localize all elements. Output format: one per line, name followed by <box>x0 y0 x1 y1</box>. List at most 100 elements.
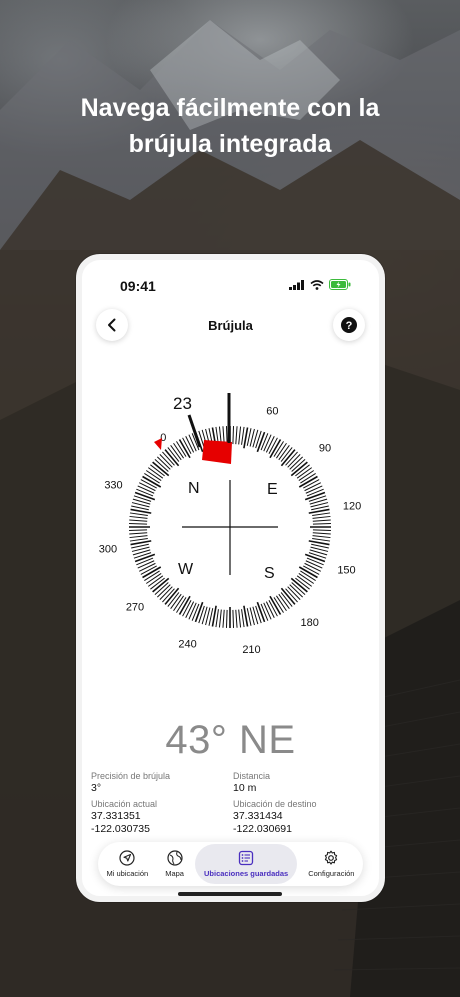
signal-icon <box>289 279 304 290</box>
info-right: Distancia 10 m Ubicación de destino 37.3… <box>233 770 363 839</box>
phone-frame: 09:41 Brújula ? 0 60 90 120 150 180 210 240 270 3… <box>76 254 385 902</box>
destination-longitude: -122.030691 <box>233 823 292 835</box>
compass-tick <box>129 519 148 522</box>
compass-tick <box>232 609 235 628</box>
tab-configuracion[interactable]: Configuración <box>302 844 360 884</box>
compass-tick <box>136 488 154 497</box>
compass-tick <box>134 491 156 501</box>
compass-tick <box>137 560 155 569</box>
compass-tick <box>304 562 321 572</box>
svg-text:?: ? <box>346 320 353 332</box>
compass-tick <box>129 522 148 525</box>
compass-tick <box>134 553 156 563</box>
north-marker-triangle <box>154 438 162 450</box>
status-icons <box>289 279 351 290</box>
cardinal-w: W <box>178 561 194 578</box>
tab-label: Mapa <box>165 869 184 878</box>
tab-ubicaciones-guardadas[interactable]: Ubicaciones guardadas <box>194 844 298 884</box>
compass-tick <box>241 609 245 628</box>
question-circle-icon: ? <box>341 317 357 333</box>
compass-tick <box>312 538 331 542</box>
distance-value: 10 m <box>233 782 257 794</box>
compass-tick <box>312 532 331 535</box>
compass-tick <box>235 426 238 445</box>
tab-label: Configuración <box>308 869 355 878</box>
heading-arc-highlight <box>202 440 232 464</box>
precision-value: 3° <box>91 782 102 794</box>
info-left: Precisión de brújula 3° Ubicación actual… <box>91 770 221 839</box>
compass-tick <box>129 532 148 535</box>
compass-tick <box>305 485 323 494</box>
compass-tick <box>235 609 238 628</box>
compass-tick <box>238 609 242 628</box>
compass-tick <box>312 519 331 522</box>
compass-tick <box>137 485 155 494</box>
home-indicator <box>178 892 282 896</box>
degree-label: 120 <box>343 501 361 513</box>
navigation-arrow-icon <box>119 850 135 866</box>
tab-label: Mi ubicación <box>106 869 149 878</box>
globe-icon <box>166 850 183 866</box>
compass-tick <box>129 512 148 516</box>
precision-label: Precisión de brújula <box>91 771 171 781</box>
compass-tick <box>188 602 197 620</box>
compass-tick <box>185 436 195 453</box>
compass-tick <box>218 609 222 628</box>
compass-tick <box>265 436 275 453</box>
compass-tick <box>215 609 219 628</box>
compass-tick <box>306 488 324 497</box>
compass-tick <box>129 535 148 539</box>
saved-list-icon <box>238 850 254 866</box>
headline: Navega fácilmente con la brújula integra… <box>0 90 460 162</box>
compass-tick <box>241 426 245 445</box>
compass-tick <box>222 609 225 628</box>
headline-line-1: Navega fácilmente con la <box>80 94 380 122</box>
cardinal-s: S <box>264 565 275 582</box>
compass-tick <box>312 529 331 532</box>
headline-line-2: brújula integrada <box>128 130 332 158</box>
pointer-value: 23 <box>173 394 192 413</box>
tab-bar: Mi ubicación Mapa Ubicaciones guardadas … <box>98 842 363 886</box>
compass-tick <box>194 601 204 623</box>
compass-tick <box>263 602 272 620</box>
help-button[interactable]: ? <box>333 309 365 341</box>
cardinal-n: N <box>188 480 200 497</box>
degree-label: 270 <box>126 602 144 614</box>
compass-tick <box>312 515 331 519</box>
compass-tick <box>306 557 324 566</box>
degree-label: 180 <box>301 617 319 629</box>
tab-label: Ubicaciones guardadas <box>203 869 289 878</box>
north-indicator-line <box>187 414 202 448</box>
compass-tick <box>304 553 326 563</box>
nav-bar: Brújula ? <box>82 306 379 346</box>
compass-tick <box>304 482 321 492</box>
current-latitude: 37.331351 <box>91 810 141 822</box>
compass-tick <box>260 603 269 621</box>
compass-tick <box>260 433 269 451</box>
degree-label: 90 <box>319 442 331 454</box>
compass-tick <box>265 601 275 618</box>
compass-tick <box>139 562 156 572</box>
compass-dial: 06090120150180210240270300330 N E S W 23 <box>99 393 361 656</box>
wifi-icon <box>310 279 324 290</box>
current-longitude: -122.030735 <box>91 823 150 835</box>
tab-mapa[interactable]: Mapa <box>159 844 190 884</box>
compass-tick <box>312 512 331 516</box>
compass-tick <box>304 491 326 501</box>
compass-tick <box>225 609 228 628</box>
compass-tick <box>129 529 148 532</box>
compass-tick <box>312 535 331 539</box>
compass-tick <box>238 426 242 445</box>
degree-label: 60 <box>266 406 278 418</box>
heading-readout: 43° NE <box>165 718 296 762</box>
compass-tick <box>312 522 331 525</box>
compass-tick <box>191 603 200 621</box>
compass-tick <box>185 601 195 618</box>
compass-tick <box>129 515 148 519</box>
degree-label: 300 <box>99 544 117 556</box>
gear-icon <box>325 850 338 865</box>
cardinal-e: E <box>267 481 278 498</box>
tab-mi-ubicacion[interactable]: Mi ubicación <box>101 844 155 884</box>
compass-tick <box>256 431 266 453</box>
compass-tick <box>256 601 266 623</box>
